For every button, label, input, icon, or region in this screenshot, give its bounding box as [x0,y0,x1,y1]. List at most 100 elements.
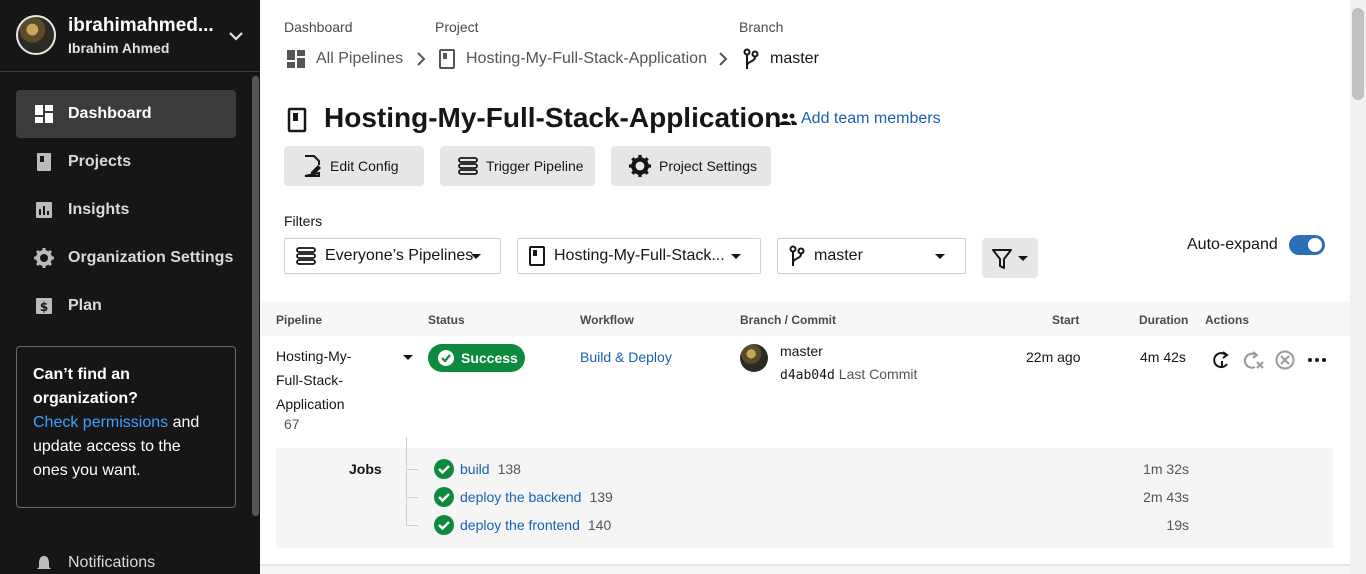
sidebar-item-projects[interactable]: Projects [16,138,236,186]
job-item-deploy-backend[interactable]: deploy the backend 139 [434,487,613,507]
button-label: Trigger Pipeline [486,158,584,174]
tree-line [406,525,418,526]
breadcrumb-label-dashboard: Dashboard [284,19,353,35]
page-scrollbar[interactable] [1350,0,1366,574]
org-help-box: Can’t find an organization? Check permis… [16,346,236,508]
projects-icon [528,246,546,266]
caret-down-icon [935,254,945,259]
sidebar-item-dashboard[interactable]: Dashboard [16,90,236,138]
filter-options-button[interactable] [982,238,1038,278]
pipelines-filter-select[interactable]: Everyone’s Pipelines [284,238,501,274]
breadcrumb-all-pipelines[interactable]: All Pipelines [286,48,403,70]
user-login: ibrahimahmed... [68,15,214,36]
sidebar-item-insights[interactable]: Insights [16,186,236,234]
sidebar-item-label: Projects [68,153,132,170]
user-menu[interactable]: ibrahimahmed... Ibrahim Ahmed [0,0,260,72]
breadcrumb-label-project: Project [435,19,479,35]
rerun-failed-icon[interactable] [1242,350,1264,370]
job-item-build[interactable]: build 138 [434,459,521,479]
job-number: 138 [497,461,521,477]
project-settings-button[interactable]: Project Settings [611,146,771,186]
status-text: Success [461,350,518,366]
job-item-deploy-frontend[interactable]: deploy the frontend 140 [434,515,611,535]
job-number: 139 [589,489,613,505]
filter-icon [992,249,1012,269]
sidebar-item-notifications[interactable]: Notifications [16,548,236,574]
svg-text:$: $ [40,300,48,314]
sidebar-scrollbar[interactable] [252,76,259,516]
project-filter-select[interactable]: Hosting-My-Full-Stack... [517,238,761,274]
dollar-icon: $ [36,298,52,314]
column-header-actions: Actions [1205,313,1250,327]
button-label: Project Settings [659,158,758,174]
avatar [16,15,56,55]
chevron-right-icon [719,52,728,66]
breadcrumb-text: Hosting-My-Full-Stack-Application [466,50,707,67]
commit-info[interactable]: d4ab04d Last Commit [780,366,917,383]
jobs-label: Jobs [349,461,382,477]
dashboard-icon [35,105,53,123]
auto-expand-label: Auto-expand [1187,236,1278,253]
check-circle-icon [434,515,454,535]
status-badge[interactable]: Success [428,344,525,372]
pipeline-name-link[interactable]: Hosting-My- Full-Stack- Application [276,344,386,416]
auto-expand-toggle[interactable] [1289,235,1325,255]
cancel-icon[interactable] [1274,350,1296,370]
breadcrumb-project[interactable]: Hosting-My-Full-Stack-Application [438,48,707,70]
tree-line [406,497,418,498]
sidebar-item-label: Notifications [68,554,156,571]
projects-icon [438,49,456,69]
bell-icon [37,556,51,569]
sidebar-item-organization-settings[interactable]: Organization Settings [16,234,236,282]
commit-label: Last Commit [838,366,918,382]
sidebar-item-plan[interactable]: $ Plan [16,282,236,330]
commit-hash: d4ab04d [780,368,835,383]
column-header-pipeline: Pipeline [276,313,323,327]
column-header-workflow: Workflow [580,313,634,327]
branch-filter-select[interactable]: master [777,238,966,274]
filters-label: Filters [284,213,323,229]
org-help-title: Can’t find an organization? [33,366,138,407]
workflow-link[interactable]: Build & Deploy [580,349,672,365]
caret-down-icon [471,254,481,259]
job-name: deploy the frontend [460,517,580,533]
caret-down-icon [1018,256,1028,261]
trigger-pipeline-button[interactable]: Trigger Pipeline [440,146,595,186]
caret-down-icon[interactable] [403,355,413,360]
check-circle-icon [437,349,455,367]
edit-file-icon [302,155,322,177]
chevron-right-icon [417,52,426,66]
user-name: Ibrahim Ahmed [68,40,170,56]
breadcrumb-branch[interactable]: master [742,48,819,70]
sidebar-item-label: Insights [68,201,130,218]
more-options-icon[interactable] [1306,350,1328,370]
add-team-members-link[interactable]: Add team members [779,110,941,128]
pipeline-icon [458,156,478,176]
select-value: Everyone’s Pipelines [325,247,474,264]
edit-config-button[interactable]: Edit Config [284,146,424,186]
pipeline-name-line: Hosting-My- [276,348,352,364]
job-duration: 1m 32s [1143,461,1189,477]
column-header-start: Start [1052,313,1080,327]
rerun-icon[interactable] [1210,350,1232,370]
insights-icon [36,202,52,218]
breadcrumb-label-branch: Branch [739,19,784,35]
column-header-duration: Duration [1139,313,1189,327]
chevron-down-icon[interactable] [226,26,246,46]
branch-name[interactable]: master [780,343,823,359]
job-name: deploy the backend [460,489,582,505]
select-value: Hosting-My-Full-Stack... [554,247,725,264]
job-number: 140 [587,517,612,533]
button-label: Edit Config [330,158,399,174]
check-circle-icon [434,459,454,479]
check-permissions-link[interactable]: Check permissions [33,414,168,431]
sidebar-item-label: Dashboard [68,105,152,122]
gear-icon [34,248,54,268]
pipeline-icon [295,246,317,266]
breadcrumb-text: All Pipelines [316,50,404,67]
row-divider [260,564,1350,566]
column-header-status: Status [428,313,465,327]
projects-icon [37,153,51,171]
duration: 4m 42s [1140,349,1186,365]
add-team-label: Add team members [801,110,941,127]
